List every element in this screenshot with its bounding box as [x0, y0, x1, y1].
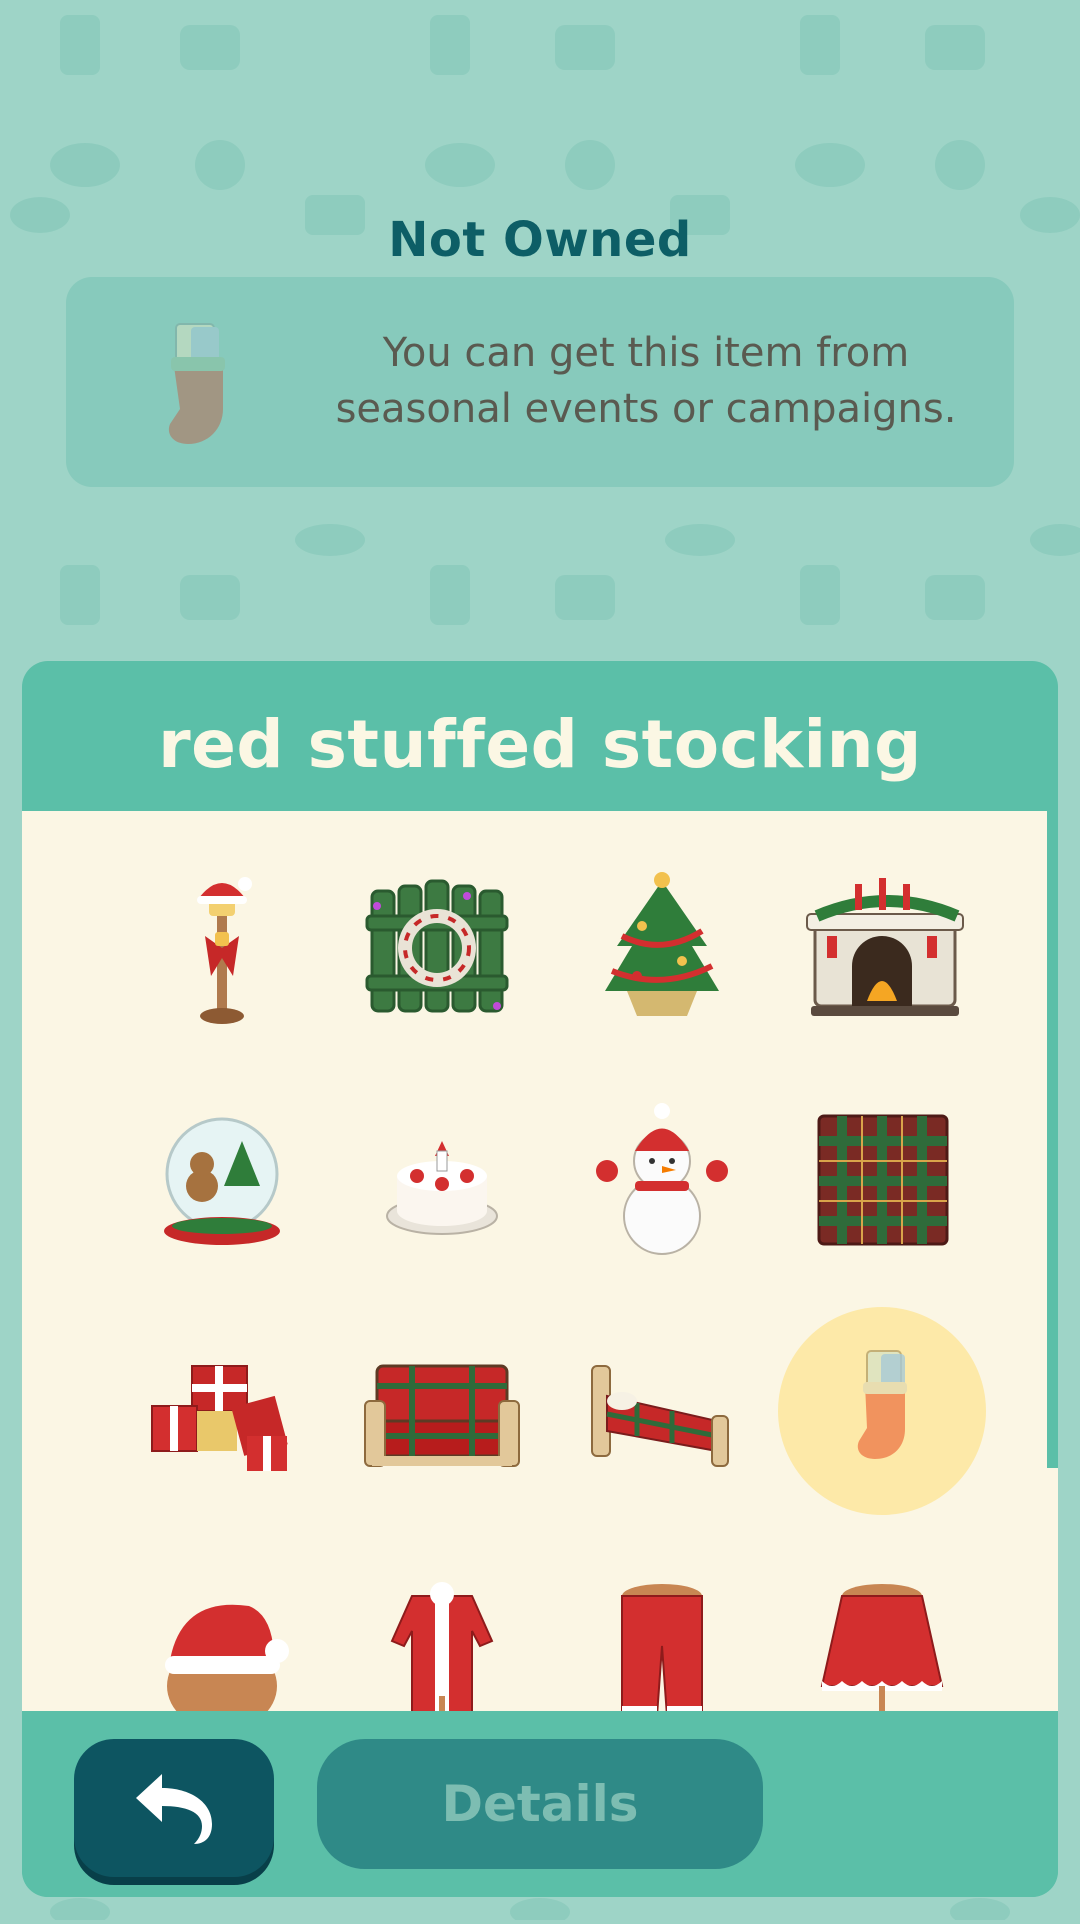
santa-skirt-icon[interactable]: [772, 1531, 992, 1711]
stocking-icon: [151, 319, 261, 449]
scrollbar[interactable]: [1047, 811, 1058, 1468]
details-button[interactable]: Details: [317, 1739, 763, 1869]
plaid-sofa-icon[interactable]: [332, 1301, 552, 1521]
info-card: You can get this item from seasonal even…: [66, 277, 1014, 487]
wreath-fence-icon[interactable]: [332, 841, 552, 1061]
plaid-bed-icon[interactable]: [552, 1301, 772, 1521]
ownership-status: Not Owned: [388, 212, 692, 268]
snow-globe-icon[interactable]: [112, 1071, 332, 1291]
santa-lamp-icon[interactable]: [112, 841, 332, 1061]
festive-tree-icon[interactable]: [552, 841, 772, 1061]
back-button[interactable]: [74, 1739, 274, 1877]
santa-hat-icon[interactable]: [112, 1531, 332, 1711]
santa-pants-icon[interactable]: [552, 1531, 772, 1711]
plaid-rug-icon[interactable]: [772, 1071, 992, 1291]
info-message: You can get this item from seasonal even…: [335, 330, 957, 432]
undo-arrow-icon: [136, 1774, 212, 1844]
holiday-cake-icon[interactable]: [332, 1071, 552, 1291]
footer-bar: Details: [22, 1711, 1058, 1897]
santa-coat-icon[interactable]: [332, 1531, 552, 1711]
item-panel: red stuffed stocking Details: [22, 661, 1058, 1897]
gift-pile-icon[interactable]: [112, 1301, 332, 1521]
item-grid: [22, 811, 1058, 1711]
snowman-icon[interactable]: [552, 1071, 772, 1291]
red-stocking-icon[interactable]: [772, 1301, 992, 1521]
item-name: red stuffed stocking: [158, 706, 922, 783]
festive-fireplace-icon[interactable]: [772, 841, 992, 1061]
